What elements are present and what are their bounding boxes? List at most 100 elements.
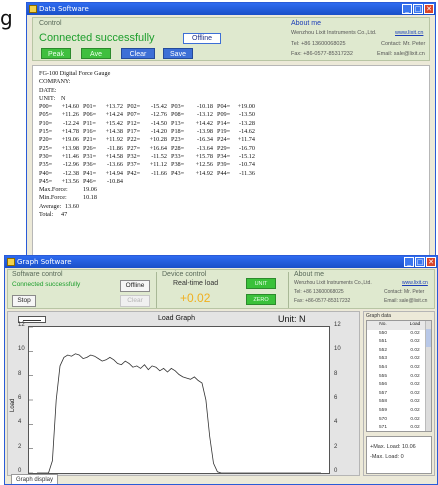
report-point-value: +14.94 — [105, 169, 123, 177]
report-point-label: P17= — [127, 128, 141, 136]
stop-button[interactable]: Stop — [12, 295, 36, 307]
plot-area — [28, 326, 330, 474]
table-row[interactable]: 556 0.02 — [367, 381, 431, 390]
report-point-value: +19.06 — [61, 136, 79, 144]
report-point-value: -13.98 — [197, 128, 213, 136]
report-point-label: P31= — [83, 152, 97, 160]
report-point-value: -11.36 — [239, 169, 255, 177]
min-load-value: 0 — [400, 454, 404, 460]
y-tick-label-right: 6 — [334, 395, 338, 401]
report-point-value: +13.56 — [61, 177, 79, 185]
report-point-value: +19.00 — [237, 103, 255, 111]
table-row[interactable]: 551 0.02 — [367, 338, 431, 347]
y-axis-title: Load — [10, 398, 16, 412]
report-point-label: P15= — [39, 128, 53, 136]
average-label: Average: — [39, 202, 62, 210]
report-point-value: -12.96 — [63, 161, 79, 169]
row-number: 558 — [378, 399, 387, 405]
clear-button[interactable]: Clear — [121, 48, 155, 59]
table-row[interactable]: 557 0.02 — [367, 390, 431, 399]
report-text-area[interactable]: FG-100 Digital Force Gauge COMPANY: DATE… — [32, 65, 430, 257]
report-point-value: +13.72 — [105, 103, 123, 111]
table-row[interactable]: 552 0.02 — [367, 347, 431, 356]
connection-status: Connected successfully — [39, 32, 155, 44]
website-link[interactable]: www.lixit.cn — [402, 280, 428, 286]
close-icon[interactable]: ✕ — [424, 4, 434, 14]
report-point-value: -11.66 — [151, 169, 167, 177]
divider — [156, 272, 157, 308]
report-point-label: P16= — [83, 128, 97, 136]
table-row[interactable]: 559 0.02 — [367, 407, 431, 416]
report-unit-line: UNIT: N — [39, 95, 429, 103]
report-point-value: -10.84 — [107, 177, 123, 185]
maximize-icon[interactable]: □ — [415, 257, 425, 267]
tel-text: Tel: +86 13600068025 — [294, 289, 344, 295]
row-number: 555 — [378, 373, 387, 379]
graph-display-area: Load Graph Unit: N Load 0 0 2 2 4 4 6 6 8 8 10 10 12… — [7, 311, 360, 476]
table-row[interactable]: 555 0.02 — [367, 373, 431, 382]
table-row[interactable]: 571 0.02 — [367, 424, 431, 431]
report-point-label: P09= — [217, 111, 231, 119]
zero-button[interactable]: ZERO — [246, 294, 276, 305]
scroll-thumb[interactable] — [426, 329, 431, 347]
minimize-icon[interactable]: _ — [402, 4, 412, 14]
report-point-label: P43= — [171, 169, 185, 177]
report-point-label: P12= — [127, 119, 141, 127]
report-point-value: -12.24 — [63, 119, 79, 127]
report-point-label: P30= — [39, 152, 53, 160]
row-number: 571 — [378, 425, 387, 431]
y-tick-label-left: 10 — [18, 346, 25, 353]
min-force-label: Min.Force: — [39, 194, 67, 202]
ave-button[interactable]: Ave — [81, 48, 111, 59]
graph-data-table[interactable]: No. Load 550 0.02 551 0.02 552 0.02 553 0.02 554… — [366, 320, 432, 432]
report-point-value: -13.12 — [197, 111, 213, 119]
connection-status: Connected successfully — [12, 281, 81, 288]
unit-button[interactable]: UNIT — [246, 278, 276, 289]
minimize-icon[interactable]: _ — [404, 257, 414, 267]
report-point-label: P01= — [83, 103, 97, 111]
table-row[interactable]: 554 0.02 — [367, 364, 431, 373]
y-tick-label-right: 10 — [334, 346, 341, 353]
tab-graph-display[interactable]: Graph display — [11, 474, 59, 484]
report-point-value: -14.20 — [151, 128, 167, 136]
graph-data-label: Graph data — [366, 313, 392, 319]
offline-button[interactable]: Offline — [120, 280, 150, 292]
y-tick-label-right: 4 — [334, 419, 338, 426]
row-number: 552 — [378, 347, 387, 353]
table-row[interactable]: 570 0.02 — [367, 416, 431, 425]
report-point-value: +11.26 — [61, 111, 79, 119]
report-point-label: P35= — [39, 161, 53, 169]
title-bar[interactable]: Data Software _ □ ✕ — [27, 3, 435, 15]
max-force-value: 19.06 — [83, 186, 97, 194]
peak-button[interactable]: Peak — [41, 48, 71, 59]
load-stats: +Max. Load: 10.06 -Max. Load: 0 — [366, 436, 432, 474]
report-point-label: P03= — [171, 103, 185, 111]
report-point-value: +12.56 — [195, 161, 213, 169]
report-point-label: P18= — [171, 128, 185, 136]
report-point-value: +10.28 — [149, 136, 167, 144]
app-icon — [29, 5, 37, 13]
row-number: 553 — [378, 356, 387, 362]
report-point-value: +16.64 — [149, 144, 167, 152]
table-scrollbar[interactable] — [425, 321, 431, 431]
report-header-line: FG-100 Digital Force Gauge — [39, 70, 111, 77]
offline-button[interactable]: Offline — [183, 33, 221, 44]
report-point-value: +11.12 — [149, 161, 167, 169]
row-number: 551 — [378, 339, 387, 345]
table-row[interactable]: 550 0.02 — [367, 330, 431, 339]
report-point-label: P04= — [217, 103, 231, 111]
maximize-icon[interactable]: □ — [413, 4, 423, 14]
website-link[interactable]: www.lixit.cn — [395, 30, 423, 36]
table-row[interactable]: 553 0.02 — [367, 355, 431, 364]
max-load-label: +Max. Load: — [370, 444, 401, 450]
table-header: No. Load — [367, 321, 431, 330]
table-row[interactable]: 558 0.02 — [367, 398, 431, 407]
title-bar[interactable]: Graph Software _ □ ✕ — [5, 256, 437, 268]
save-button[interactable]: Save — [163, 48, 193, 59]
report-point-value: -15.42 — [151, 103, 167, 111]
close-icon[interactable]: ✕ — [426, 257, 436, 267]
report-point-value: -14.62 — [239, 128, 255, 136]
report-point-label — [171, 178, 187, 186]
clear-button[interactable]: Clear — [120, 295, 150, 307]
report-point-value: -14.50 — [151, 119, 167, 127]
